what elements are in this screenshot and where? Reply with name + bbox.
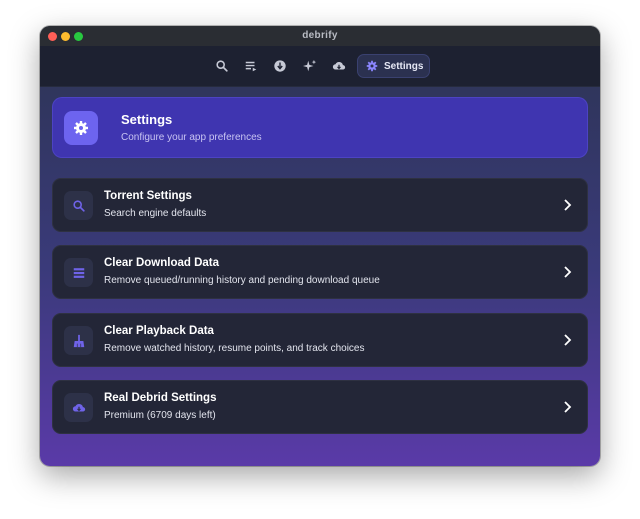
real-debrid-settings-row[interactable]: Real Debrid Settings Premium (6709 days … xyxy=(52,380,588,434)
search-icon xyxy=(64,191,93,220)
row-subtitle: Remove queued/running history and pendin… xyxy=(104,275,380,286)
page-subtitle: Configure your app preferences xyxy=(121,132,262,143)
row-title: Clear Playback Data xyxy=(104,325,214,337)
window-title: debrify xyxy=(302,30,338,41)
page-title: Settings xyxy=(121,112,173,127)
row-subtitle: Premium (6709 days left) xyxy=(104,410,216,421)
row-title: Torrent Settings xyxy=(104,190,192,202)
queue-list-icon[interactable] xyxy=(243,58,259,74)
list-icon xyxy=(64,258,93,287)
gear-icon xyxy=(64,111,98,145)
download-circle-icon[interactable] xyxy=(272,58,288,74)
chevron-right-icon xyxy=(564,401,572,413)
clear-playback-data-row[interactable]: Clear Playback Data Remove watched histo… xyxy=(52,313,588,367)
row-title: Real Debrid Settings xyxy=(104,392,217,404)
chevron-right-icon xyxy=(564,199,572,211)
tab-settings[interactable]: Settings xyxy=(357,54,430,78)
settings-header-card: Settings Configure your app preferences xyxy=(52,97,588,158)
row-subtitle: Remove watched history, resume points, a… xyxy=(104,343,365,354)
search-icon[interactable] xyxy=(214,58,230,74)
gear-icon xyxy=(366,60,378,72)
top-nav-bar: Settings xyxy=(40,46,600,87)
chevron-right-icon xyxy=(564,266,572,278)
sparkles-icon[interactable] xyxy=(302,58,318,74)
broom-icon xyxy=(64,326,93,355)
chevron-right-icon xyxy=(564,334,572,346)
torrent-settings-row[interactable]: Torrent Settings Search engine defaults xyxy=(52,178,588,232)
clear-download-data-row[interactable]: Clear Download Data Remove queued/runnin… xyxy=(52,245,588,299)
tab-settings-label: Settings xyxy=(384,60,424,72)
app-window: debrify Settings Settings Configure your… xyxy=(40,26,600,466)
row-title: Clear Download Data xyxy=(104,257,220,269)
cloud-download-icon xyxy=(64,393,93,422)
title-bar: debrify xyxy=(40,26,600,47)
cloud-download-icon[interactable] xyxy=(331,58,347,74)
row-subtitle: Search engine defaults xyxy=(104,208,207,219)
